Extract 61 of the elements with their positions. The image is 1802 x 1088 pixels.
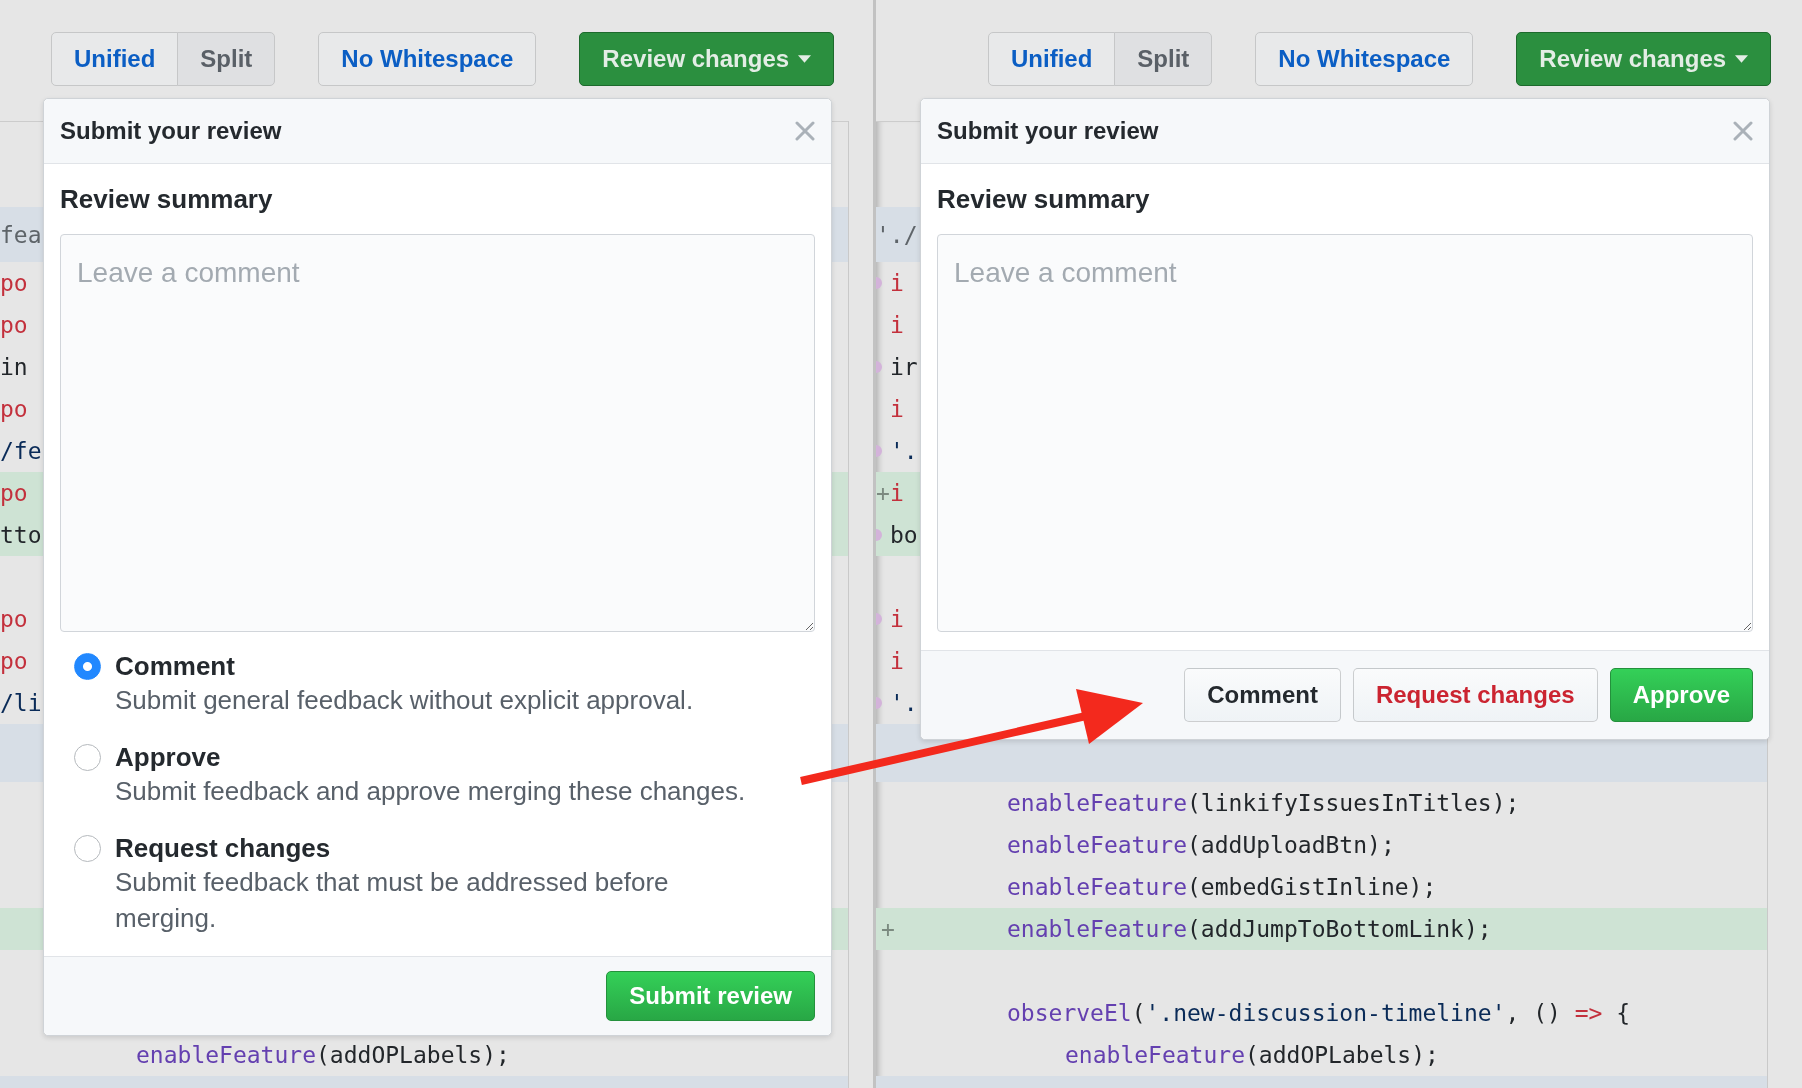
- comment-field[interactable]: Leave a comment: [60, 234, 815, 632]
- code-line: '.: [890, 437, 918, 465]
- code-line: tto: [0, 521, 42, 549]
- whitespace-button[interactable]: No Whitespace: [1255, 32, 1474, 86]
- view-tab[interactable]: Split: [1114, 32, 1213, 86]
- radio-button[interactable]: [74, 835, 101, 862]
- code-line: enableFeature(addOPLabels);: [1065, 1041, 1439, 1069]
- code-line: in: [0, 353, 28, 381]
- view-tab[interactable]: Split: [177, 32, 276, 86]
- radio-button[interactable]: [74, 744, 101, 771]
- code-line: i: [890, 269, 904, 297]
- view-tab[interactable]: Unified: [988, 32, 1116, 86]
- summary-label: Review summary: [60, 183, 274, 216]
- code-line: enableFeature(addUploadBtn);: [1007, 831, 1395, 859]
- dialog-title: Submit your review: [60, 117, 282, 145]
- code-line: /li: [0, 689, 42, 717]
- caret-icon: [1735, 55, 1749, 63]
- code-line: po: [0, 479, 28, 507]
- primary-button[interactable]: Approve: [1609, 668, 1753, 722]
- caret-icon: [798, 55, 812, 63]
- code-line: enableFeature(embedGistInline);: [1007, 873, 1437, 901]
- code-line: '.: [890, 689, 918, 717]
- code-line: ir: [890, 353, 918, 381]
- option-description: Submit feedback and approve merging these changes.: [115, 775, 746, 808]
- code-line: i: [890, 395, 904, 423]
- danger-button[interactable]: Request changes: [1352, 668, 1598, 722]
- code-line: enableFeature(linkifyIssuesInTitles);: [1007, 789, 1520, 817]
- review-changes-button[interactable]: Review changes: [579, 32, 835, 86]
- added-marker: +: [881, 915, 895, 943]
- radio-button[interactable]: [74, 653, 101, 680]
- option-description: Submit feedback that must be addressed before merging.: [115, 866, 670, 935]
- option-description: Submit general feedback without explicit approval.: [115, 684, 694, 717]
- code-line: po: [0, 311, 28, 339]
- code-line: './: [876, 220, 918, 249]
- code-line: observeEl('.new-discussion-timeline', () => {: [1007, 999, 1631, 1027]
- code-line: fea: [0, 220, 42, 249]
- dialog-title: Submit your review: [937, 117, 1159, 145]
- code-line: i: [890, 311, 904, 339]
- option-label: Request changes: [115, 832, 332, 864]
- close-icon[interactable]: [1733, 121, 1753, 141]
- option-label: Comment: [115, 650, 236, 682]
- code-line: enableFeature(addJumpToBottomLink);: [1007, 915, 1492, 943]
- code-line: i: [890, 605, 904, 633]
- whitespace-button[interactable]: No Whitespace: [318, 32, 537, 86]
- secondary-button[interactable]: Comment: [1184, 668, 1341, 722]
- option-label: Approve: [115, 741, 222, 773]
- code-line: i: [890, 647, 904, 675]
- code-line: i: [890, 479, 904, 507]
- close-icon[interactable]: [795, 121, 815, 141]
- code-line: /fe: [0, 437, 42, 465]
- code-line: po: [0, 647, 28, 675]
- review-changes-button[interactable]: Review changes: [1516, 32, 1772, 86]
- summary-label: Review summary: [937, 183, 1151, 216]
- added-marker: +: [876, 479, 890, 507]
- code-line: po: [0, 269, 28, 297]
- code-line: po: [0, 605, 28, 633]
- code-line: bo: [890, 521, 918, 549]
- view-tab[interactable]: Unified: [51, 32, 179, 86]
- code-line: enableFeature(addOPLabels);: [136, 1041, 510, 1069]
- code-line: po: [0, 395, 28, 423]
- comment-field[interactable]: Leave a comment: [937, 234, 1753, 632]
